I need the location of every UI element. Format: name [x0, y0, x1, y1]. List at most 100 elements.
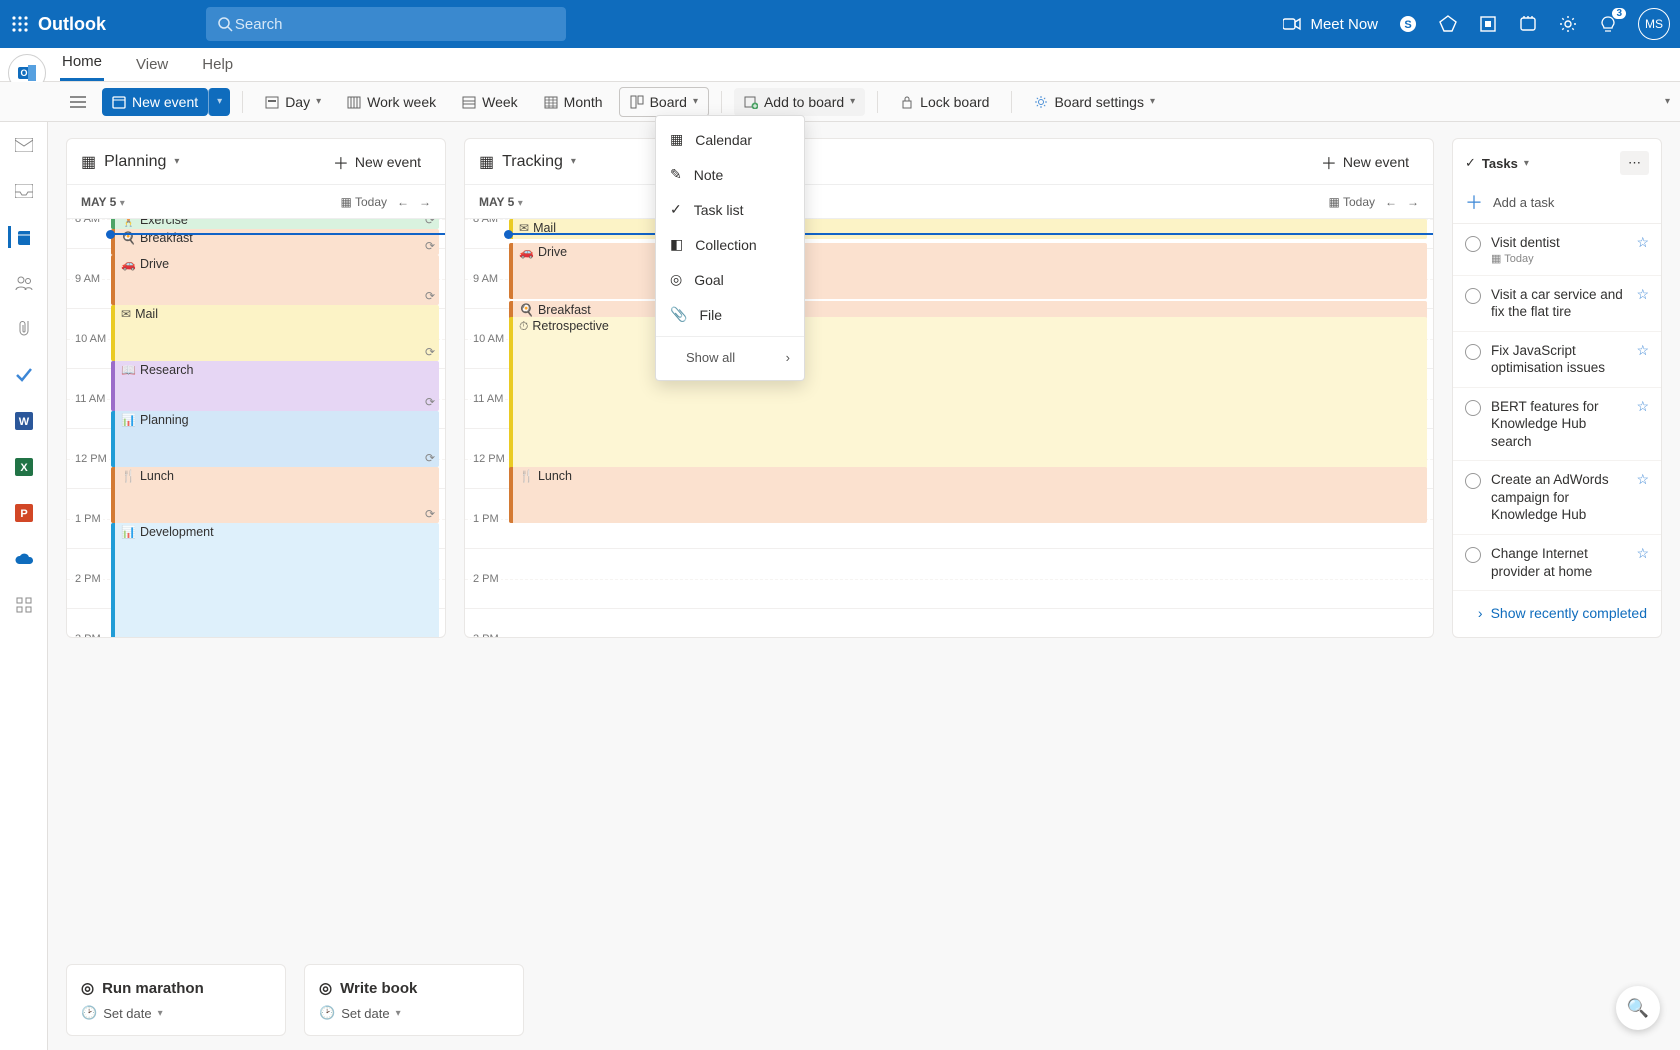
task-item[interactable]: Visit dentist▦ Today☆	[1453, 224, 1661, 276]
menu-goal[interactable]: ◎Goal	[656, 262, 804, 297]
skype-icon[interactable]: S	[1398, 14, 1418, 34]
app-launcher-icon[interactable]	[10, 14, 30, 34]
rail-powerpoint[interactable]: P	[13, 502, 35, 524]
board-settings-button[interactable]: Board settings▾	[1024, 88, 1165, 116]
goal-card[interactable]: ◎Run marathon🕑Set date▾	[66, 964, 286, 1036]
rail-calendar[interactable]	[8, 226, 30, 248]
today-button[interactable]: ▦ Today	[1329, 195, 1376, 209]
view-board[interactable]: Board▾	[619, 87, 709, 117]
prev-day[interactable]: ←	[1385, 195, 1397, 209]
hamburger-button[interactable]	[60, 90, 96, 114]
chevron-down-icon[interactable]: ▾	[571, 156, 576, 167]
rail-excel[interactable]: X	[13, 456, 35, 478]
task-checkbox[interactable]	[1465, 400, 1481, 416]
calendar-event[interactable]: ✉Mail	[509, 219, 1427, 239]
new-event-button[interactable]: New event	[102, 88, 208, 116]
menu-tasklist[interactable]: ✓Task list	[656, 192, 804, 227]
event-title: Retrospective	[532, 319, 608, 333]
prev-day[interactable]: ←	[397, 195, 409, 209]
menu-show-all[interactable]: Show all›	[656, 341, 804, 374]
new-event-dropdown[interactable]: ▾	[208, 88, 230, 116]
column-new-event[interactable]: ＋New event	[1311, 144, 1419, 180]
task-item[interactable]: Visit a car service and fix the flat tir…	[1453, 276, 1661, 332]
star-icon[interactable]: ☆	[1636, 545, 1649, 562]
calendar-event[interactable]: 🍴Lunch	[509, 467, 1427, 523]
show-completed[interactable]: ›Show recently completed	[1453, 591, 1661, 625]
goal-card[interactable]: ◎Write book🕑Set date▾	[304, 964, 524, 1036]
goal-setdate[interactable]: 🕑Set date▾	[81, 1005, 271, 1021]
view-workweek[interactable]: Work week	[337, 88, 446, 116]
rail-mail[interactable]	[13, 134, 35, 156]
meet-now-button[interactable]: Meet Now	[1282, 14, 1378, 34]
task-title: Visit dentist	[1491, 234, 1626, 252]
calendar-event[interactable]: 📖Research⟳	[111, 361, 439, 411]
today-button[interactable]: ▦ Today	[341, 195, 388, 209]
notes-icon[interactable]	[1518, 14, 1538, 34]
calendar-event[interactable]: 📊Development⟳	[111, 523, 439, 637]
addin-icon[interactable]	[1478, 14, 1498, 34]
rail-inbox[interactable]	[13, 180, 35, 202]
star-icon[interactable]: ☆	[1636, 342, 1649, 359]
chevron-down-icon[interactable]: ▾	[174, 156, 179, 167]
lock-board-button[interactable]: Lock board	[890, 88, 999, 116]
menu-calendar[interactable]: ▦Calendar	[656, 122, 804, 157]
task-checkbox[interactable]	[1465, 344, 1481, 360]
hour-label: 11 AM	[471, 393, 505, 405]
star-icon[interactable]: ☆	[1636, 234, 1649, 251]
tab-help[interactable]: Help	[200, 56, 235, 81]
user-avatar[interactable]: MS	[1638, 8, 1670, 40]
zoom-button[interactable]: 🔍	[1616, 986, 1660, 1030]
star-icon[interactable]: ☆	[1636, 471, 1649, 488]
task-checkbox[interactable]	[1465, 547, 1481, 563]
search-box[interactable]	[206, 7, 566, 41]
tab-home[interactable]: Home	[60, 53, 104, 81]
calendar-event[interactable]: ✉Mail⟳	[111, 305, 439, 361]
next-day[interactable]: →	[1407, 195, 1419, 209]
chevron-down-icon[interactable]: ▾	[1524, 158, 1529, 169]
task-checkbox[interactable]	[1465, 236, 1481, 252]
column-date[interactable]: MAY 5	[81, 195, 116, 209]
calendar-event[interactable]: 🚗Drive	[509, 243, 1427, 299]
rail-onedrive[interactable]	[13, 548, 35, 570]
recurring-icon: ⟳	[425, 289, 435, 303]
view-month[interactable]: Month	[534, 88, 613, 116]
task-item[interactable]: Create an AdWords campaign for Knowledge…	[1453, 461, 1661, 535]
premium-icon[interactable]	[1438, 14, 1458, 34]
task-item[interactable]: BERT features for Knowledge Hub search☆	[1453, 388, 1661, 462]
add-to-board-button[interactable]: Add to board▾	[734, 88, 865, 116]
task-item[interactable]: Change Internet provider at home☆	[1453, 535, 1661, 591]
next-day[interactable]: →	[419, 195, 431, 209]
tasks-more[interactable]: ⋯	[1620, 151, 1649, 175]
task-checkbox[interactable]	[1465, 288, 1481, 304]
rail-word[interactable]: W	[13, 410, 35, 432]
chevron-right-icon: ›	[786, 350, 790, 365]
add-task[interactable]: ＋ Add a task	[1453, 181, 1661, 224]
menu-file[interactable]: 📎File	[656, 297, 804, 332]
event-icon: 🍴	[121, 469, 136, 483]
star-icon[interactable]: ☆	[1636, 286, 1649, 303]
settings-icon[interactable]	[1558, 14, 1578, 34]
view-day[interactable]: Day▾	[255, 88, 331, 116]
menu-collection[interactable]: ◧Collection	[656, 227, 804, 262]
tips-icon[interactable]: 3	[1598, 14, 1618, 34]
goal-setdate[interactable]: 🕑Set date▾	[319, 1005, 509, 1021]
calendar-event[interactable]: 🍴Lunch⟳	[111, 467, 439, 523]
tab-view[interactable]: View	[134, 56, 170, 81]
rail-todo[interactable]	[13, 364, 35, 386]
rail-people[interactable]	[13, 272, 35, 294]
search-input[interactable]	[235, 16, 556, 33]
toolbar-overflow[interactable]: ▾	[1655, 90, 1680, 113]
calendar-event[interactable]: 🏋Exercise⟳	[111, 219, 439, 229]
task-checkbox[interactable]	[1465, 473, 1481, 489]
star-icon[interactable]: ☆	[1636, 398, 1649, 415]
hour-label: 2 PM	[73, 573, 103, 585]
column-date[interactable]: MAY 5	[479, 195, 514, 209]
calendar-event[interactable]: 🚗Drive⟳	[111, 255, 439, 305]
menu-note[interactable]: ✎Note	[656, 157, 804, 192]
view-week[interactable]: Week	[452, 88, 528, 116]
calendar-event[interactable]: 📊Planning⟳	[111, 411, 439, 467]
task-item[interactable]: Fix JavaScript optimisation issues☆	[1453, 332, 1661, 388]
rail-more-apps[interactable]	[13, 594, 35, 616]
column-new-event[interactable]: ＋New event	[323, 144, 431, 180]
rail-files[interactable]	[13, 318, 35, 340]
